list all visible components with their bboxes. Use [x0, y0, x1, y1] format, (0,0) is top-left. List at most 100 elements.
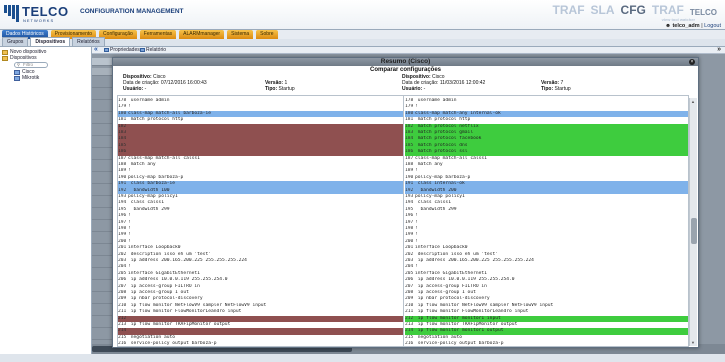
user-area: ☻ telco_adm | Logout	[665, 23, 721, 29]
compare-config-dialog: Resumo (Cisco) × Comparar configurações …	[112, 57, 699, 348]
brand-telco: TELCO	[689, 8, 717, 17]
line-text: !	[128, 264, 131, 270]
line-text: ip access-group 1 out	[128, 290, 189, 295]
line-text: class calss1	[415, 200, 451, 206]
line-text: username admin	[128, 98, 170, 103]
left-type-label: Tipo:	[265, 86, 278, 92]
brand-cfg[interactable]: CFG	[621, 3, 646, 17]
expand-right-icon[interactable]: »	[717, 46, 721, 53]
tab-relatorios[interactable]: Relatórios	[72, 37, 105, 46]
line-text: match any	[128, 162, 156, 167]
line-text: ip address 200.165.200.225 255.255.255.2…	[415, 258, 534, 263]
vertical-scrollbar[interactable]: ▲ ▼	[689, 98, 697, 346]
properties-icon	[104, 48, 109, 52]
logo-subtitle: NETWORKS	[23, 18, 55, 23]
filter-input[interactable]: ⚲ Filtro	[14, 62, 48, 68]
line-text: description isso eh um 'test'	[128, 251, 211, 257]
brand-traf-watcher[interactable]: TRAF	[652, 3, 684, 17]
line-text: ip flow monitor TRAFipMonitor output	[415, 322, 518, 327]
line-text: service-policy output barboza-p	[415, 341, 504, 347]
reports-icon	[140, 48, 145, 52]
line-text: match any	[415, 162, 443, 167]
line-text: interface GigabitEthernet1	[415, 270, 487, 276]
line-text: description isso eh um 'test'	[415, 251, 498, 257]
scroll-up-icon[interactable]: ▲	[691, 99, 695, 104]
menu-ferramentas[interactable]: Ferramentas	[139, 30, 177, 39]
line-text: class barboza-ie	[128, 181, 176, 187]
brand-traf[interactable]: TRAF	[553, 3, 585, 17]
line-text: match protocol netflix	[415, 123, 479, 129]
line-text: match protocol gmail	[415, 130, 474, 135]
old-config-pane[interactable]: 178 username admin 179! 180 class-map match…	[118, 96, 404, 347]
right-type-value: Startup	[554, 86, 571, 92]
tab-grupos[interactable]: Grupos	[2, 37, 29, 46]
line-text: ip access-group 1 out	[415, 290, 476, 295]
right-user-label: Usuário:	[402, 86, 423, 92]
line-text: !	[128, 238, 131, 244]
reports-label: Relatório	[146, 47, 167, 53]
diff-viewer[interactable]: 178 username admin 179! 180 class-map match…	[117, 95, 689, 347]
line-text: bandwidth 100	[128, 187, 170, 193]
line-number: 216	[405, 341, 414, 347]
line-text: bandwidth 200	[415, 187, 457, 193]
line-number: 216	[118, 341, 127, 347]
right-meta-version: Versão: 7 Tipo: Startup	[541, 80, 571, 92]
scroll-down-icon[interactable]: ▼	[691, 340, 695, 345]
device-toolbar: « Propriedades Relatório »	[92, 46, 725, 54]
right-date-value: 11/03/2016 12:00:42	[439, 80, 486, 86]
line-text: match protocol http	[415, 117, 471, 123]
new-config-pane[interactable]: 178 username admin 179! 180 class-map match…	[405, 96, 688, 347]
line-text: match protocol http	[128, 117, 184, 123]
left-type-value: Startup	[278, 86, 295, 92]
line-text: match protocol dns	[415, 142, 468, 148]
diff-line: 216 service-policy output barboza-p	[405, 341, 688, 347]
line-text: !	[128, 213, 131, 219]
line-text: ip flow monitor monitor1 output	[415, 328, 504, 334]
left-meta-block: Dispositivo: Cisco Data de criação: 07/1…	[123, 74, 207, 92]
menu-alarmmanager[interactable]: ALARMmanager	[179, 30, 225, 39]
status-strip	[0, 354, 725, 362]
line-text: interface GigabitEthernet1	[128, 270, 200, 276]
properties-button[interactable]: Propriedades	[104, 47, 140, 53]
line-text: username admin	[415, 98, 457, 103]
line-text: ip address 10.0.0.119 255.255.254.0	[128, 277, 228, 283]
line-text: ip address 10.0.0.119 255.255.254.0	[415, 277, 515, 283]
vertical-scrollbar-thumb[interactable]	[691, 218, 697, 244]
line-text: match protocol facebook	[415, 136, 482, 142]
logout-link[interactable]: Logout	[704, 23, 721, 29]
tab-dispositivos[interactable]: Dispositivos	[30, 37, 71, 46]
menu-configuracao[interactable]: Configuração	[99, 30, 137, 39]
line-text: !	[415, 264, 418, 270]
compare-heading: Comparar configurações	[369, 67, 442, 73]
app-header: TELCO NETWORKS CONFIGURATION MANAGEMENT …	[0, 0, 725, 30]
tree-root-label: Dispositivos	[10, 55, 37, 61]
dialog-title: Resumo (Cisco)	[380, 58, 431, 65]
line-text: class-map match-all barboza-ie	[128, 110, 211, 116]
line-text: bandwidth 299	[128, 206, 170, 212]
brand-sla[interactable]: SLA	[591, 3, 615, 17]
diff-line: 216 service-policy output barboza-p	[118, 341, 403, 347]
line-text: ip flow monitor FlowMonitorLeandro input	[415, 309, 529, 315]
line-text: interface Loopback0	[415, 245, 468, 251]
line-text: ip flow monitor NetFlowV9 sampler NetFlo…	[128, 302, 267, 308]
line-text: !	[415, 168, 418, 174]
line-text: negotiation auto	[415, 334, 463, 340]
line-text: class-map match-all calss1	[128, 155, 200, 161]
collapse-left-icon[interactable]: «	[94, 46, 98, 53]
tree-item-mikrotik[interactable]: Mikrotik	[14, 75, 39, 81]
close-icon[interactable]: ×	[689, 59, 695, 65]
line-text: !	[128, 226, 131, 231]
line-text: class internal-ok	[415, 181, 465, 187]
line-text: !	[128, 104, 131, 110]
line-text: class calss1	[128, 200, 164, 206]
left-meta-version: Versão: 1 Tipo: Startup	[265, 80, 295, 92]
line-text: policy-map policy1	[415, 194, 465, 199]
line-text: ip nbar protocol-discovery	[128, 296, 203, 302]
line-text: !	[415, 104, 418, 110]
tree-root-devices[interactable]: Dispositivos	[2, 55, 37, 61]
menu-sobre[interactable]: Sobre	[256, 30, 278, 39]
brand-subtitles: view tool watcher	[662, 17, 695, 22]
reports-button[interactable]: Relatório	[140, 47, 166, 53]
line-text: ip flow monitor FlowMonitorLeandro input	[128, 309, 242, 315]
menu-sistema[interactable]: Sistema	[227, 30, 254, 39]
